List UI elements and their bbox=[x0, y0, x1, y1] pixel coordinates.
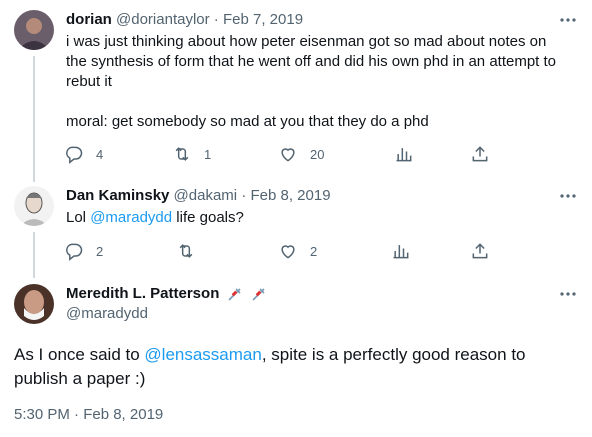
retweet-button[interactable]: 1 bbox=[172, 142, 211, 166]
like-button[interactable]: 20 bbox=[278, 142, 324, 166]
like-count: 20 bbox=[310, 146, 325, 162]
more-icon[interactable] bbox=[558, 186, 578, 206]
retweet-icon bbox=[175, 147, 189, 161]
retweet-count: 1 bbox=[204, 146, 212, 162]
main-text-line: publish a paper :) bbox=[14, 369, 146, 388]
main-text-line: As I once said to @lensassaman, spite is… bbox=[14, 343, 574, 367]
text-segment: Lol bbox=[66, 209, 91, 226]
like-button[interactable]: 2 bbox=[278, 239, 317, 263]
tweet-date[interactable]: Feb 8, 2019 bbox=[250, 187, 330, 204]
main-author-row: Meredith L. Patterson bbox=[66, 284, 267, 304]
views-icon bbox=[393, 245, 409, 259]
author-handle[interactable]: @maradydd bbox=[66, 304, 267, 324]
reply-icon bbox=[66, 243, 83, 261]
thread-line bbox=[33, 232, 35, 278]
text-segment: life goals? bbox=[172, 209, 244, 226]
reply-count: 4 bbox=[96, 146, 104, 162]
tweet-text-line: i was just thinking about how peter eise… bbox=[66, 33, 547, 50]
syringe-icon bbox=[228, 288, 241, 301]
reply-button[interactable]: 2 bbox=[64, 239, 103, 263]
reply-icon bbox=[66, 146, 83, 164]
share-icon bbox=[472, 146, 488, 162]
views-button[interactable] bbox=[394, 142, 414, 166]
mention-link[interactable]: @maradydd bbox=[90, 209, 172, 226]
tweet-timestamp[interactable]: 5:30 PM · Feb 8, 2019 bbox=[14, 405, 163, 425]
author-name[interactable]: Dan Kaminsky bbox=[66, 187, 169, 204]
share-button[interactable] bbox=[470, 239, 490, 263]
text-segment: , spite is a perfectly good reason to bbox=[261, 345, 526, 364]
author-name[interactable]: Meredith L. Patterson bbox=[66, 284, 219, 304]
tweet-header: Dan Kaminsky @dakami · Feb 8, 2019 bbox=[66, 186, 331, 206]
tweet-text-line: the synthesis of form that he went off a… bbox=[66, 53, 557, 70]
separator: · bbox=[213, 11, 219, 28]
text-segment: As I once said to bbox=[14, 345, 145, 364]
tweet-header: dorian @doriantaylor · Feb 7, 2019 bbox=[66, 10, 303, 30]
avatar-meredith[interactable] bbox=[14, 284, 54, 324]
main-tweet-text: As I once said to @lensassaman, spite is… bbox=[14, 343, 574, 391]
views-button[interactable] bbox=[391, 239, 411, 263]
like-icon bbox=[281, 148, 295, 162]
thread-line bbox=[33, 56, 35, 182]
views-icon bbox=[396, 148, 412, 162]
main-tweet-header: Meredith L. Patterson @maradydd bbox=[66, 284, 267, 324]
mention-link[interactable]: @lensassaman bbox=[144, 345, 261, 364]
action-bar: 4 1 20 bbox=[58, 142, 578, 166]
like-count: 2 bbox=[310, 243, 318, 259]
more-icon[interactable] bbox=[558, 284, 578, 304]
reply-count: 2 bbox=[96, 243, 104, 259]
tweet-text-line: rebut it bbox=[66, 73, 112, 90]
more-icon[interactable] bbox=[558, 10, 578, 30]
avatar-dorian[interactable] bbox=[14, 10, 54, 50]
action-bar: 2 2 bbox=[58, 239, 578, 263]
reply-button[interactable]: 4 bbox=[64, 142, 103, 166]
share-button[interactable] bbox=[470, 142, 490, 166]
share-icon bbox=[472, 243, 488, 259]
author-name[interactable]: dorian bbox=[66, 11, 112, 28]
separator: · bbox=[241, 187, 247, 204]
tweet-text-line: moral: get somebody so mad at you that t… bbox=[66, 113, 429, 130]
retweet-icon bbox=[179, 244, 193, 258]
author-handle[interactable]: @doriantaylor bbox=[116, 11, 210, 28]
avatar-dan-kaminsky[interactable] bbox=[14, 186, 54, 226]
tweet-text: i was just thinking about how peter eise… bbox=[66, 32, 582, 132]
tweet-date[interactable]: Feb 7, 2019 bbox=[223, 11, 303, 28]
author-handle[interactable]: @dakami bbox=[174, 187, 238, 204]
tweet-text-line bbox=[66, 92, 582, 112]
syringe-icon bbox=[252, 288, 265, 301]
like-icon bbox=[281, 245, 295, 259]
retweet-button[interactable] bbox=[176, 239, 196, 263]
tweet-text: Lol @maradydd life goals? bbox=[66, 208, 582, 228]
